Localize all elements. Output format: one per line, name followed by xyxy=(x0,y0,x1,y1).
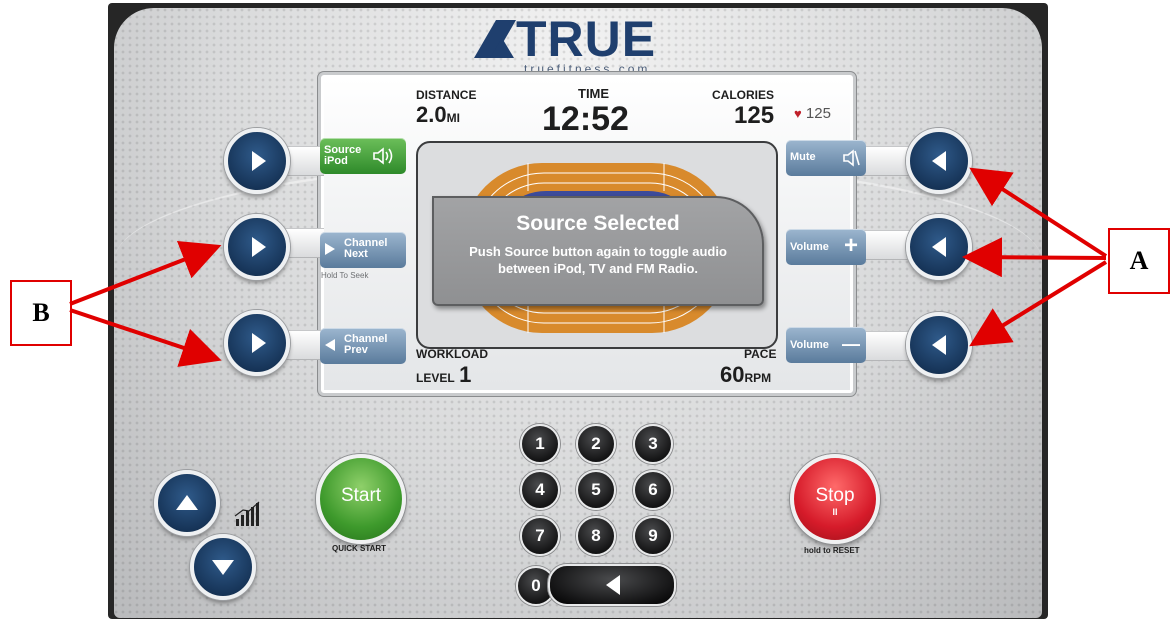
keypad-7[interactable]: 7 xyxy=(520,516,560,556)
brand-name: TRUE xyxy=(516,11,657,67)
mute-key[interactable]: Mute xyxy=(786,140,866,176)
dialog-body-line1: Push Source button again to toggle audio xyxy=(469,244,727,259)
start-button[interactable]: Start xyxy=(316,454,406,544)
pace-label: PACE xyxy=(744,347,777,361)
channel-prev-line2: Prev xyxy=(344,344,368,356)
right-button-1[interactable] xyxy=(906,128,972,194)
brand-logo: TRUE truefitness.com xyxy=(472,11,718,76)
chevron-up-icon xyxy=(176,495,198,510)
back-triangle-icon xyxy=(932,151,946,171)
pace-number: 60 xyxy=(720,362,745,387)
distance-label: DISTANCE xyxy=(416,88,477,102)
incline-up-button[interactable] xyxy=(154,470,220,536)
back-triangle-icon xyxy=(932,237,946,257)
incline-down-button[interactable] xyxy=(190,534,256,600)
keypad-8[interactable]: 8 xyxy=(576,516,616,556)
heart-rate-value: 125 xyxy=(805,105,831,122)
hold-to-reset-caption: hold to RESET xyxy=(804,546,860,555)
source-selected-dialog: Source Selected Push Source button again… xyxy=(432,196,764,306)
source-ipod-key[interactable]: Source iPod xyxy=(320,138,406,174)
backspace-triangle-icon xyxy=(606,575,620,595)
play-icon xyxy=(252,237,266,257)
distance-value: 2.0MI xyxy=(416,102,460,128)
pace-unit: RPM xyxy=(744,371,772,385)
keypad-9[interactable]: 9 xyxy=(633,516,673,556)
mute-key-label: Mute xyxy=(790,151,816,163)
keypad-5[interactable]: 5 xyxy=(576,470,616,510)
left-button-3[interactable] xyxy=(224,310,290,376)
triangle-left-icon xyxy=(325,339,335,351)
triangle-right-icon xyxy=(325,243,335,255)
plus-icon: + xyxy=(844,232,859,259)
play-icon xyxy=(252,151,266,171)
pace-value: 60RPM xyxy=(720,362,771,388)
incline-icon xyxy=(234,501,260,526)
pause-icon: II xyxy=(832,507,838,517)
mute-icon xyxy=(843,149,860,167)
source-key-line2: iPod xyxy=(324,155,348,167)
time-label: TIME xyxy=(578,86,610,101)
calories-value: 125 xyxy=(734,102,775,129)
back-triangle-icon xyxy=(932,335,946,355)
keypad-3[interactable]: 3 xyxy=(633,424,673,464)
play-icon xyxy=(252,333,266,353)
keypad-1[interactable]: 1 xyxy=(520,424,560,464)
dialog-body-line2: between iPod, TV and FM Radio. xyxy=(497,261,699,276)
volume-down-key[interactable]: Volume — xyxy=(786,327,866,363)
volume-up-key[interactable]: Volume + xyxy=(786,229,866,265)
channel-prev-key[interactable]: Channel Prev xyxy=(320,328,406,364)
workload-value: LEVEL 1 xyxy=(416,362,471,388)
left-button-1[interactable] xyxy=(224,128,290,194)
dialog-body: Push Source button again to toggle audio… xyxy=(444,243,752,277)
stop-label: Stop xyxy=(815,485,855,506)
heart-icon: ♥ xyxy=(794,106,802,121)
channel-next-line2: Next xyxy=(344,248,368,260)
distance-unit: MI xyxy=(446,111,460,125)
calories-label: CALORIES xyxy=(712,88,775,102)
workload-label: WORKLOAD xyxy=(416,347,488,361)
start-label: Start xyxy=(340,485,382,506)
right-button-2[interactable] xyxy=(906,214,972,280)
annotation-a: A xyxy=(1108,228,1170,294)
quick-start-caption: QUICK START xyxy=(332,544,387,553)
channel-next-key[interactable]: Channel Next xyxy=(320,232,406,268)
keypad-2[interactable]: 2 xyxy=(576,424,616,464)
logo-mark-icon xyxy=(474,20,516,58)
chevron-down-icon xyxy=(212,560,234,575)
speaker-icon xyxy=(373,147,393,165)
distance-number: 2.0 xyxy=(416,102,447,127)
volume-up-label: Volume xyxy=(790,241,829,253)
keypad-back-button[interactable] xyxy=(548,564,676,606)
heart-rate: ♥ 125 xyxy=(794,105,831,122)
time-value: 12:52 xyxy=(542,100,629,138)
workload-level: 1 xyxy=(459,362,472,387)
stop-button[interactable]: Stop II xyxy=(790,454,880,544)
left-button-2[interactable] xyxy=(224,214,290,280)
annotation-b: B xyxy=(10,280,72,346)
keypad-4[interactable]: 4 xyxy=(520,470,560,510)
volume-down-label: Volume xyxy=(790,339,829,351)
right-button-3[interactable] xyxy=(906,312,972,378)
minus-icon: — xyxy=(842,334,860,354)
dialog-title: Source Selected xyxy=(516,212,680,235)
keypad-6[interactable]: 6 xyxy=(633,470,673,510)
workload-prefix: LEVEL xyxy=(416,371,455,385)
hold-to-seek-hint: Hold To Seek xyxy=(321,271,369,280)
